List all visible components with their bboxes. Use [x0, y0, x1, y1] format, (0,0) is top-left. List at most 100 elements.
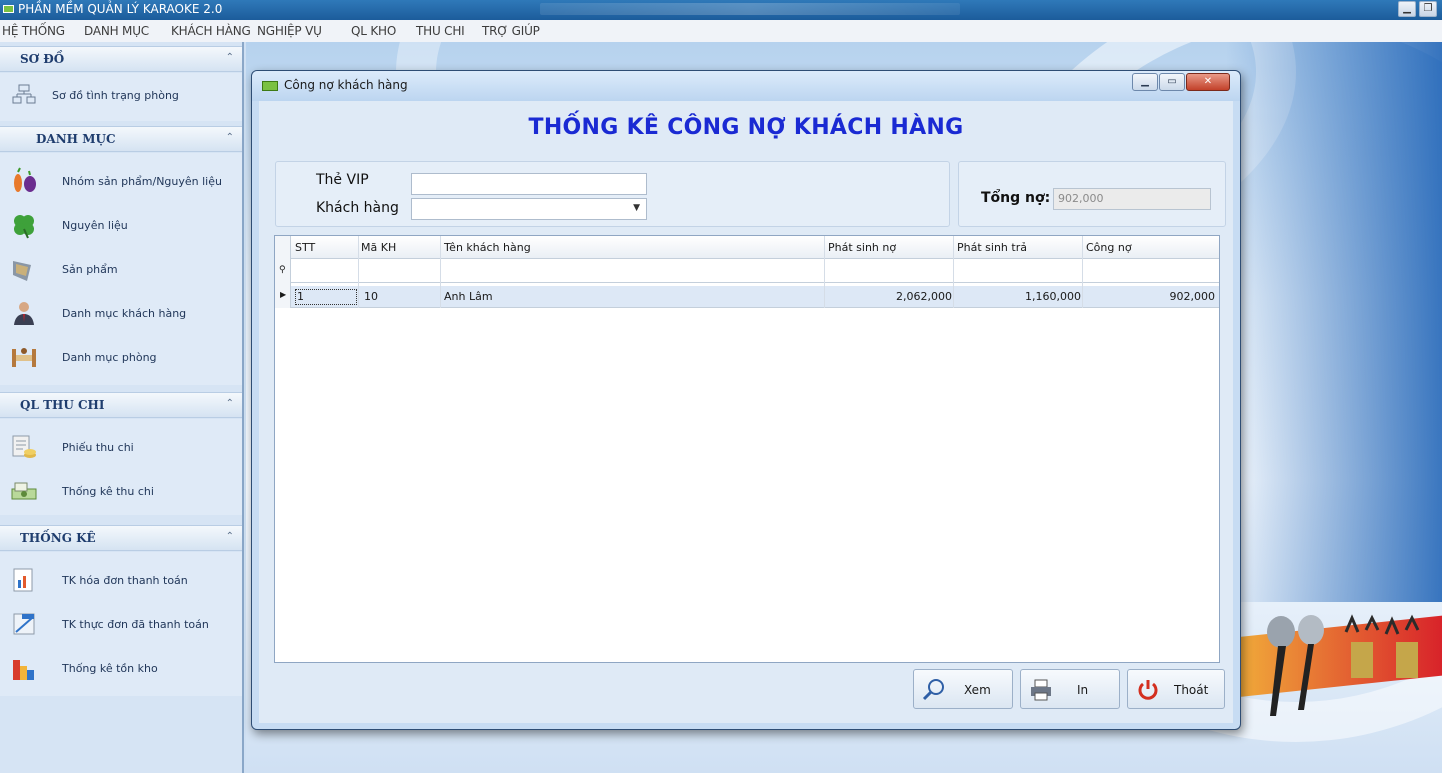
sidebar-item-label: Sản phẩm — [62, 263, 118, 276]
sidebar-item-label: Thống kê tồn kho — [62, 662, 158, 675]
column-header-debt-incurred[interactable]: Phát sinh nợ — [828, 241, 896, 254]
menu-he-thong[interactable]: HỆ THỐNG — [2, 24, 65, 38]
vip-card-input[interactable] — [411, 173, 647, 195]
sidebar-item-ingredients[interactable]: Nguyên liệu — [0, 205, 242, 245]
menu-nghiep-vu[interactable]: NGHIỆP VỤ — [257, 24, 322, 38]
cell-customer-name[interactable]: Anh Lâm — [444, 290, 493, 303]
dialog-minimize-button[interactable]: ▁ — [1132, 73, 1158, 91]
group-thong-ke-body: TK hóa đơn thanh toán TK thực đơn đã tha… — [0, 552, 242, 696]
inventory-chart-icon — [13, 660, 34, 680]
column-header-payment-incurred[interactable]: Phát sinh trả — [957, 241, 1027, 254]
column-header-stt[interactable]: STT — [295, 241, 315, 254]
app-title: PHẦN MỀM QUẢN LÝ KARAOKE 2.0 — [18, 2, 223, 16]
cell-payment-incurred[interactable]: 1,160,000 — [957, 290, 1081, 303]
group-ql-thu-chi-body: Phiếu thu chi Thống kê thu chi — [0, 419, 242, 515]
group-danh-muc-header[interactable]: DANH MỤC ⌃ — [0, 126, 242, 152]
receipt-icon — [12, 435, 36, 458]
filter-pin-icon: ⚲ — [279, 265, 286, 275]
sidebar-item-inventory-report[interactable]: Thống kê tồn kho — [0, 648, 242, 688]
total-panel: Tổng nợ: 902,000 — [958, 161, 1226, 227]
cell-balance[interactable]: 902,000 — [1086, 290, 1216, 303]
vip-label: Thẻ VIP — [316, 172, 369, 188]
minimize-button[interactable]: ▁ — [1398, 1, 1416, 17]
printer-icon — [1031, 679, 1051, 701]
row-selector-column: ⚲ ▶ — [275, 236, 291, 308]
group-title: QL THU CHI — [20, 398, 105, 412]
group-title: SƠ ĐỒ — [20, 52, 65, 66]
sidebar-item-receipts[interactable]: Phiếu thu chi — [0, 427, 242, 467]
app-icon — [3, 5, 14, 13]
sidebar-item-label: Nhóm sản phẩm/Nguyên liệu — [62, 175, 222, 188]
group-ql-thu-chi-header[interactable]: QL THU CHI ⌃ — [0, 392, 242, 418]
dropdown-arrow-icon[interactable]: ▼ — [633, 203, 640, 213]
collapse-icon[interactable]: ⌃ — [226, 531, 234, 542]
sidebar-item-label: Thống kê thu chi — [62, 485, 154, 498]
collapse-icon[interactable]: ⌃ — [226, 132, 234, 143]
money-icon — [11, 482, 37, 500]
group-title: THỐNG KÊ — [20, 531, 96, 545]
column-header-customer-name[interactable]: Tên khách hàng — [444, 241, 531, 254]
customer-icon — [14, 302, 34, 325]
group-thong-ke-header[interactable]: THỐNG KÊ ⌃ — [0, 525, 242, 551]
search-icon — [922, 679, 944, 701]
dialog-app-icon — [262, 81, 278, 91]
clover-icon — [14, 215, 34, 239]
background-blue-band — [1226, 42, 1442, 602]
sidebar-item-customers[interactable]: Danh mục khách hàng — [0, 293, 242, 333]
sidebar-item-menu-report[interactable]: TK thực đơn đã thanh toán — [0, 604, 242, 644]
menu-ql-kho[interactable]: QL KHO — [351, 24, 396, 38]
page-title: THỐNG KÊ CÔNG NỢ KHÁCH HÀNG — [528, 115, 964, 140]
sidebar-item-income-stats[interactable]: Thống kê thu chi — [0, 471, 242, 511]
microphones-decoration — [1267, 614, 1420, 716]
menu-bar: HỆ THỐNG DANH MỤC KHÁCH HÀNG NGHIỆP VỤ Q… — [0, 20, 1442, 42]
vegetables-icon — [14, 167, 36, 192]
total-debt-field: 902,000 — [1053, 188, 1211, 210]
current-row-icon: ▶ — [280, 290, 287, 299]
sidebar-item-label: Danh mục khách hàng — [62, 307, 187, 320]
column-divider — [824, 236, 825, 308]
table-filter-row[interactable] — [275, 259, 1219, 283]
sidebar-item-room-status[interactable]: Sơ đồ tình trạng phòng — [0, 75, 242, 115]
cell-customer-code[interactable]: 10 — [364, 290, 378, 303]
cell-stt[interactable]: 1 — [295, 289, 357, 305]
table-row[interactable]: 1 10 Anh Lâm 2,062,000 1,160,000 902,000 — [275, 286, 1219, 308]
sidebar-item-label: Danh mục phòng — [62, 351, 157, 364]
invoice-chart-icon — [13, 568, 33, 592]
product-icon — [13, 261, 31, 281]
sidebar-item-label: TK thực đơn đã thanh toán — [62, 618, 209, 631]
exit-button[interactable]: Thoát — [1127, 669, 1225, 709]
dialog-title-bar[interactable]: Công nợ khách hàng ▁ ▭ ✕ — [252, 71, 1240, 101]
restore-button[interactable]: ❐ — [1419, 1, 1437, 17]
dialog-maximize-button[interactable]: ▭ — [1159, 73, 1185, 91]
collapse-icon[interactable]: ⌃ — [226, 52, 234, 63]
print-button[interactable]: In — [1020, 669, 1120, 709]
menu-danh-muc[interactable]: DANH MỤC — [84, 24, 149, 38]
column-header-customer-code[interactable]: Mã KH — [361, 241, 396, 254]
customer-select[interactable]: ▼ — [411, 198, 647, 220]
group-so-do-header[interactable]: SƠ ĐỒ ⌃ — [0, 46, 242, 72]
collapse-icon[interactable]: ⌃ — [226, 398, 234, 409]
sidebar-item-products[interactable]: Sản phẩm — [0, 249, 242, 289]
column-divider — [953, 236, 954, 308]
column-divider — [358, 236, 359, 308]
print-button-label: In — [1077, 683, 1089, 697]
dialog-title: Công nợ khách hàng — [284, 78, 408, 92]
dialog-close-button[interactable]: ✕ — [1186, 73, 1230, 91]
dialog-body: THỐNG KÊ CÔNG NỢ KHÁCH HÀNG Thẻ VIP Khác… — [259, 101, 1233, 723]
menu-thu-chi[interactable]: THU CHI — [416, 24, 465, 38]
sidebar-item-label: Nguyên liệu — [62, 219, 128, 232]
view-button-label: Xem — [964, 683, 991, 697]
room-icon — [12, 348, 36, 367]
menu-tro-giup[interactable]: TRỢ GIÚP — [482, 24, 540, 38]
column-header-balance[interactable]: Công nợ — [1086, 241, 1132, 254]
sidebar-item-rooms[interactable]: Danh mục phòng — [0, 337, 242, 377]
sidebar-item-product-groups[interactable]: Nhóm sản phẩm/Nguyên liệu — [0, 161, 242, 201]
view-button[interactable]: Xem — [913, 669, 1013, 709]
sidebar-item-invoice-report[interactable]: TK hóa đơn thanh toán — [0, 560, 242, 600]
menu-khach-hang[interactable]: KHÁCH HÀNG — [171, 24, 251, 38]
column-divider — [1082, 236, 1083, 308]
table-header: STT Mã KH Tên khách hàng Phát sinh nợ Ph… — [275, 236, 1219, 259]
cell-debt-incurred[interactable]: 2,062,000 — [828, 290, 952, 303]
total-debt-label: Tổng nợ: — [981, 190, 1051, 206]
blurred-region — [540, 3, 960, 15]
